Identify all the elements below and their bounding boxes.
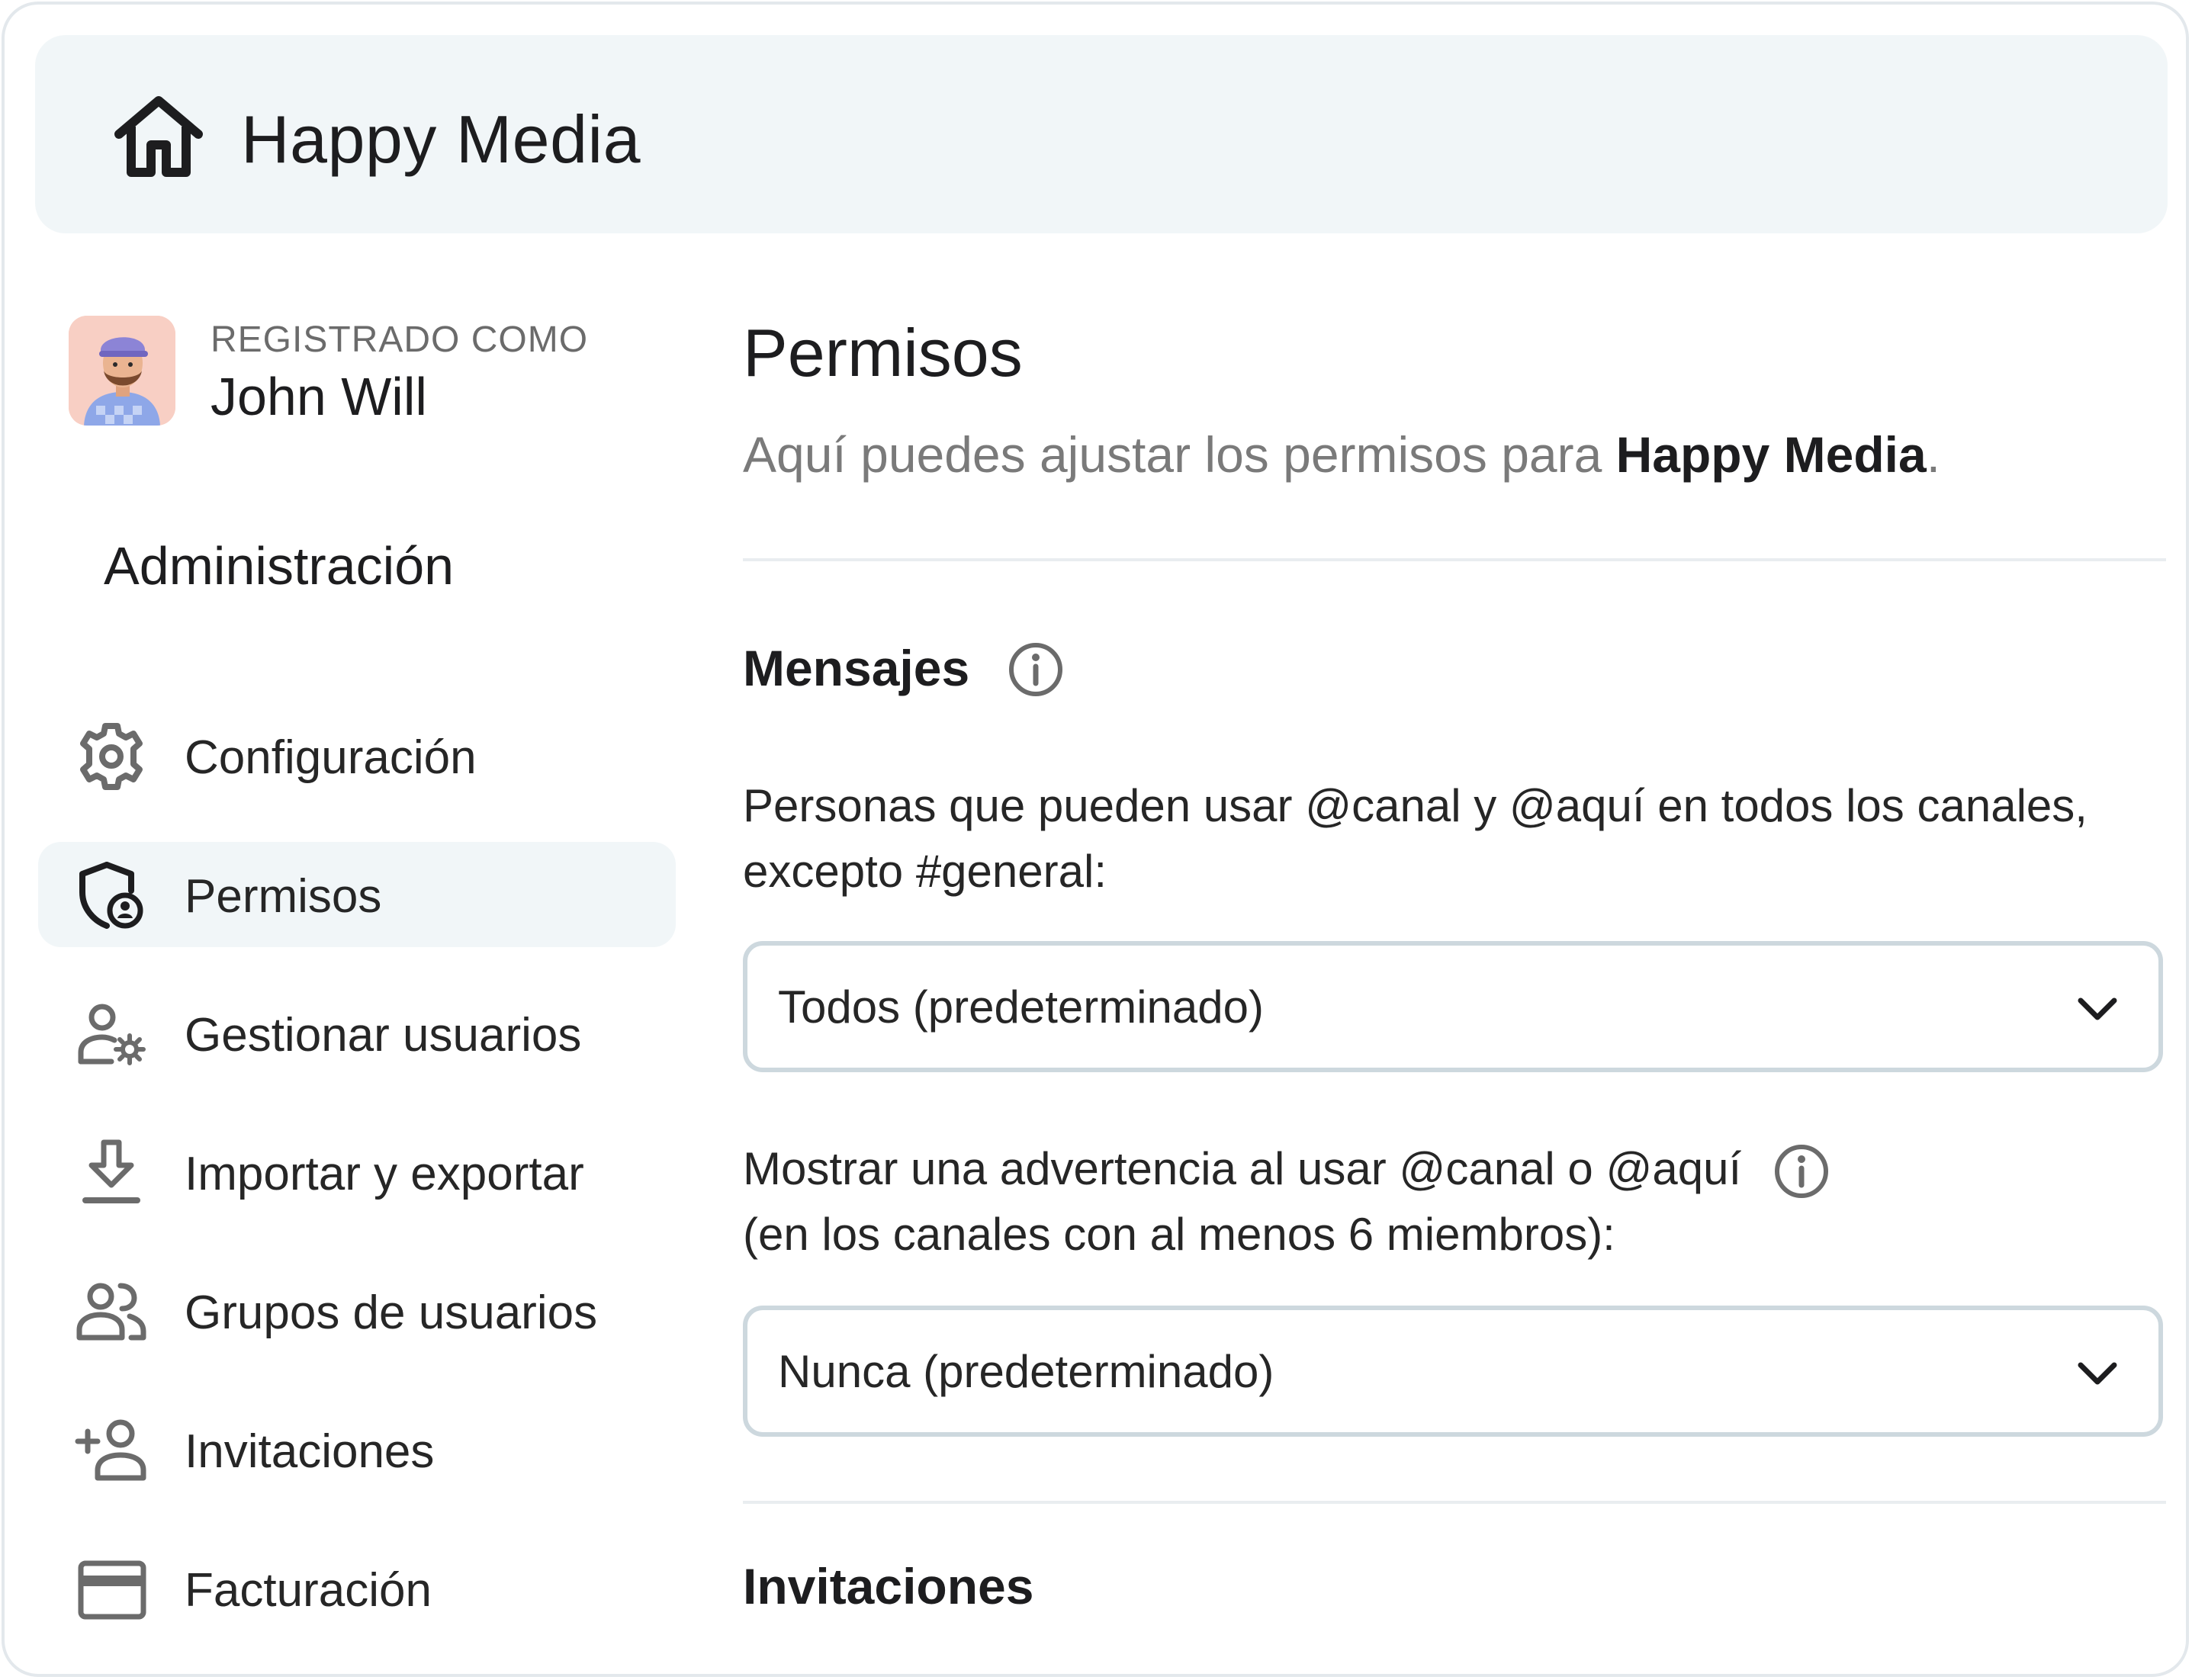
sidebar-item-grupos-usuarios[interactable]: Grupos de usuarios [38, 1258, 676, 1364]
page-description-org: Happy Media [1615, 426, 1927, 483]
info-icon[interactable] [1007, 641, 1065, 699]
page-description: Aquí puedes ajustar los permisos para Ha… [743, 426, 1940, 483]
mention-permission-label-line2: excepto #general: [743, 846, 1107, 897]
logged-in-label: REGISTRADO COMO [211, 320, 589, 360]
gear-icon [80, 723, 143, 790]
sidebar-item-facturacion[interactable]: Facturación [38, 1536, 676, 1641]
mention-warning-label-line1: Mostrar una advertencia al usar @canal o… [743, 1143, 1742, 1194]
top-bar: Happy Media [35, 35, 2168, 233]
sidebar-item-label: Grupos de usuarios [185, 1287, 598, 1339]
invitations-section-title: Invitaciones [743, 1558, 1034, 1614]
chevron-down-icon [2078, 997, 2117, 1020]
shield-user-icon [79, 862, 143, 929]
messages-section-title: Mensajes [743, 640, 970, 696]
home-icon[interactable] [113, 95, 204, 178]
mention-permission-label-line1: Personas que pueden usar @canal y @aquí … [743, 780, 2088, 831]
mention-warning-label: Mostrar una advertencia al usar @canal o… [743, 1136, 1741, 1267]
chevron-down-icon [2078, 1362, 2117, 1385]
sidebar-item-configuracion[interactable]: Configuración [38, 703, 676, 808]
sidebar-item-gestionar-usuarios[interactable]: Gestionar usuarios [38, 981, 676, 1086]
users-group-icon [76, 1283, 146, 1341]
user-name: John Will [211, 367, 427, 426]
sidebar-item-label: Gestionar usuarios [185, 1009, 582, 1062]
add-user-icon [75, 1419, 146, 1481]
select-value: Nunca (predeterminado) [778, 1346, 1274, 1397]
info-icon[interactable] [1773, 1142, 1830, 1200]
app-window: Happy Media REGISTRADO COMO John Will Ad… [2, 2, 2189, 1677]
credit-card-icon [78, 1560, 146, 1620]
sidebar-item-label: Facturación [185, 1564, 432, 1617]
select-value: Todos (predeterminado) [778, 981, 1265, 1033]
download-icon [82, 1139, 140, 1203]
sidebar-item-label: Permisos [185, 870, 382, 923]
app-title: Happy Media [241, 101, 641, 177]
sidebar-item-label: Invitaciones [185, 1425, 435, 1478]
sidebar-item-label: Configuración [185, 731, 477, 784]
avatar [69, 316, 175, 426]
sidebar-item-invitaciones[interactable]: Invitaciones [38, 1397, 676, 1502]
mention-permission-label: Personas que pueden usar @canal y @aquí … [743, 773, 2088, 904]
user-settings-icon [78, 1004, 146, 1065]
mention-warning-label-line2: (en los canales con al menos 6 miembros)… [743, 1209, 1615, 1260]
mention-permission-select[interactable]: Todos (predeterminado) [743, 941, 2163, 1072]
divider [743, 558, 2166, 561]
page-title: Permisos [743, 315, 1023, 390]
mention-warning-select[interactable]: Nunca (predeterminado) [743, 1306, 2163, 1437]
sidebar-item-label: Importar y exportar [185, 1148, 584, 1200]
sidebar-item-permisos[interactable]: Permisos [38, 842, 676, 947]
divider [743, 1501, 2166, 1504]
page-description-end: . [1926, 426, 1941, 483]
sidebar-item-importar-exportar[interactable]: Importar y exportar [38, 1119, 676, 1225]
page-description-text: Aquí puedes ajustar los permisos para [743, 426, 1616, 483]
sidebar-section-title: Administración [104, 536, 455, 596]
